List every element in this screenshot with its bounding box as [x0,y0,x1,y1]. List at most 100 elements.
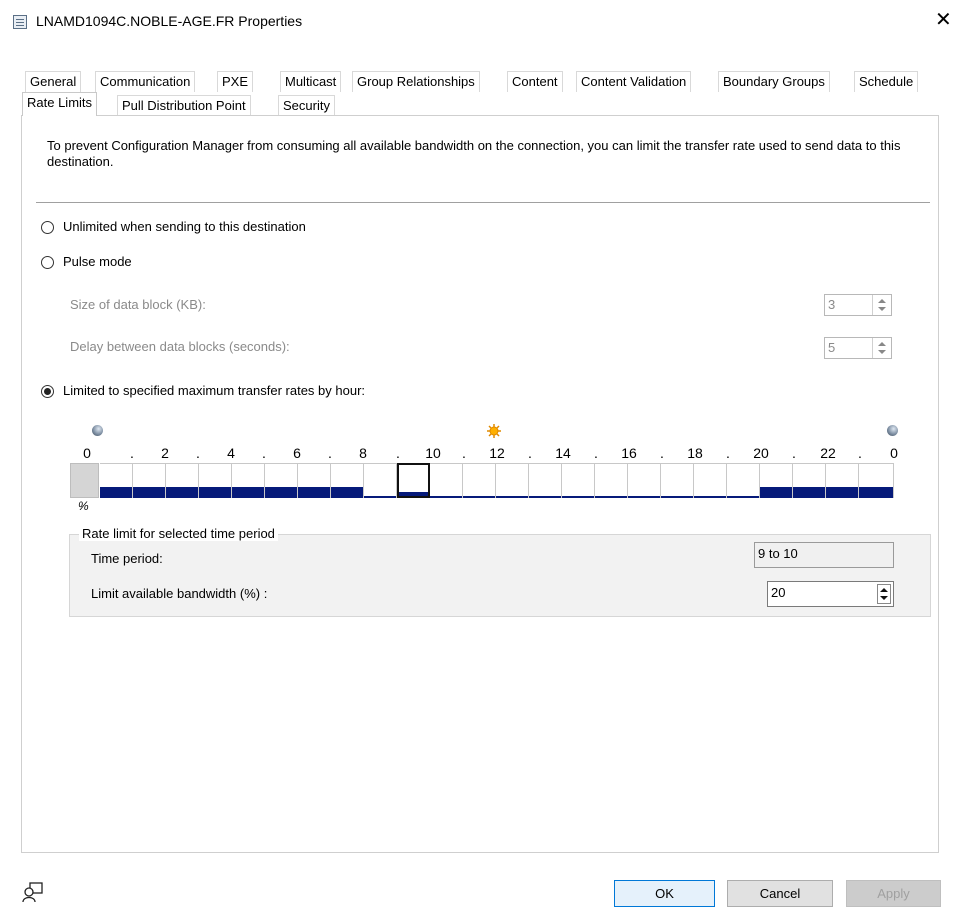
hour-cell[interactable] [760,463,793,498]
hour-cell[interactable] [463,463,496,498]
hour-rate-bar [529,496,561,498]
separator [36,202,930,203]
hour-cell[interactable] [859,463,894,498]
hour-separator: . [462,445,466,461]
hour-label: 4 [227,445,235,461]
hour-label: 12 [489,445,505,461]
hour-cell[interactable] [298,463,331,498]
tab-content-validation[interactable]: Content Validation [576,71,692,92]
bandwidth-spin-buttons[interactable] [877,584,891,604]
hour-rate-bar [727,496,759,498]
hour-label: 20 [753,445,769,461]
hour-separator: . [528,445,532,461]
rate-limit-group-legend: Rate limit for selected time period [79,526,278,541]
hour-cell[interactable] [793,463,826,498]
hour-separator: . [594,445,598,461]
hour-rate-bar [463,496,495,498]
hour-cell[interactable] [397,463,430,498]
hour-cell[interactable] [826,463,859,498]
tab-communication[interactable]: Communication [95,71,196,92]
tab-schedule[interactable]: Schedule [854,71,919,92]
hour-rate-bar [826,487,858,498]
tab-group-relationships[interactable]: Group Relationships [352,71,480,92]
tab-content[interactable]: Content [507,71,563,92]
block-size-spin-buttons[interactable] [872,295,891,315]
hourly-rate-grid[interactable] [70,463,894,498]
tab-boundary-groups[interactable]: Boundary Groups [718,71,830,92]
spin-down-icon [878,350,886,354]
hour-separator: . [858,445,862,461]
hour-cell[interactable] [199,463,232,498]
ok-button[interactable]: OK [614,880,715,907]
hour-rate-bar [331,487,363,498]
bandwidth-spinner[interactable]: 20 [767,581,894,607]
unlimited-label[interactable]: Unlimited when sending to this destinati… [63,219,306,234]
apply-button[interactable]: Apply [846,880,941,907]
hour-rate-bar [298,487,330,498]
hour-cell[interactable] [562,463,595,498]
delay-spinner[interactable]: 5 [824,337,892,359]
spin-up-icon [880,588,888,592]
radio-selected-dot [44,388,51,395]
hour-cell[interactable] [496,463,529,498]
pulse-mode-radio[interactable] [41,256,54,269]
hour-cell[interactable] [628,463,661,498]
tab-general[interactable]: General [25,71,82,92]
spin-down-icon [880,596,888,600]
hour-separator: . [792,445,796,461]
hour-label: 16 [621,445,637,461]
spin-up-icon [878,342,886,346]
tab-rate-limits[interactable]: Rate Limits [22,92,98,116]
tab-multicast[interactable]: Multicast [280,71,342,92]
delay-value: 5 [828,340,836,355]
delay-spin-buttons[interactable] [872,338,891,358]
tab-security[interactable]: Security [278,95,335,116]
cancel-button[interactable]: Cancel [727,880,833,907]
hour-cell[interactable] [166,463,199,498]
hour-cell[interactable] [661,463,694,498]
hour-cell[interactable] [364,463,397,498]
block-size-value: 3 [828,297,836,312]
time-period-label: Time period: [91,551,163,566]
window-title: LNAMD1094C.NOBLE-AGE.FR Properties [36,13,303,29]
hour-rate-bar [133,487,165,498]
limited-label[interactable]: Limited to specified maximum transfer ra… [63,383,365,398]
hour-cell[interactable] [529,463,562,498]
hour-rate-bar [694,496,726,498]
hour-cell[interactable] [265,463,298,498]
tab-pxe[interactable]: PXE [217,71,254,92]
hour-cell[interactable] [100,463,133,498]
hour-cell[interactable] [694,463,727,498]
unlimited-radio[interactable] [41,221,54,234]
day-sun-icon [487,424,501,438]
hour-cell[interactable] [430,463,463,498]
time-period-field: 9 to 10 [754,542,894,568]
close-icon[interactable]: ✕ [935,10,952,30]
hour-rate-bar [430,496,462,498]
description-text: To prevent Configuration Manager from co… [47,138,901,169]
hour-label: 14 [555,445,571,461]
block-size-label: Size of data block (KB): [70,297,206,312]
pulse-mode-label[interactable]: Pulse mode [63,254,132,269]
limited-radio[interactable] [41,385,54,398]
tab-pull-distribution-point[interactable]: Pull Distribution Point [117,95,251,116]
bandwidth-value[interactable]: 20 [771,585,785,600]
block-size-spinner[interactable]: 3 [824,294,892,316]
hour-rate-bar [628,496,660,498]
hour-rate-bar [793,487,825,498]
hour-cell[interactable] [133,463,166,498]
hour-label: 8 [359,445,367,461]
help-user-icon[interactable] [22,881,44,903]
hour-rate-bar [364,496,396,498]
hour-cell[interactable] [331,463,364,498]
hour-cell[interactable] [232,463,265,498]
hour-label: 18 [687,445,703,461]
spin-down-icon [878,307,886,311]
hour-separator: . [396,445,400,461]
hour-cell[interactable] [727,463,760,498]
hour-rate-bar [562,496,594,498]
title-bar: LNAMD1094C.NOBLE-AGE.FR Properties ✕ [0,0,960,46]
percent-sign: % [78,499,89,513]
hour-label: 0 [83,445,91,461]
hour-cell[interactable] [595,463,628,498]
